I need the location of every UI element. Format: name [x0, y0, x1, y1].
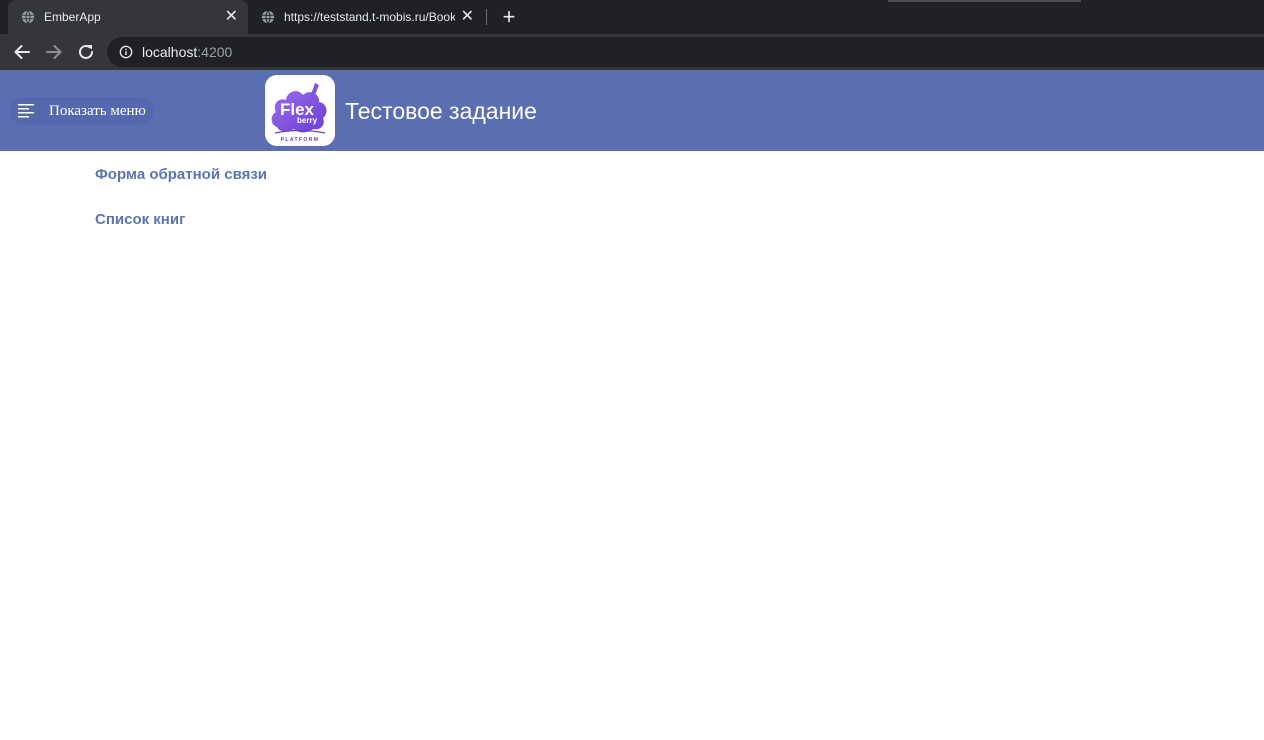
hamburger-menu-icon — [18, 104, 34, 118]
globe-icon — [21, 10, 35, 24]
show-menu-label: Показать меню — [49, 102, 146, 119]
flexberry-logo[interactable]: Flex berry PLATFORM — [265, 75, 335, 146]
tab-separator — [486, 9, 487, 25]
tab-strip-highlight — [888, 0, 1081, 2]
logo-word-platform: PLATFORM — [281, 137, 320, 143]
url-port: :4200 — [197, 44, 233, 60]
browser-toolbar: localhost:4200 — [0, 34, 1264, 70]
close-tab-icon[interactable]: ✕ — [225, 9, 238, 25]
close-tab-icon[interactable]: ✕ — [461, 9, 474, 25]
browser-tab-teststand[interactable]: https://teststand.t-mobis.ru/Book ✕ — [248, 0, 484, 34]
back-arrow-icon[interactable] — [11, 41, 33, 63]
tab-strip: EmberApp ✕ https://teststand.t-mobis.ru/… — [0, 0, 1264, 34]
address-bar[interactable]: localhost:4200 — [107, 37, 1264, 67]
globe-icon — [261, 10, 275, 24]
tab-title: https://teststand.t-mobis.ru/Book — [284, 10, 455, 24]
flexberry-logo-image: Flex berry PLATFORM — [271, 83, 327, 143]
page-title: Тестовое задание — [345, 98, 537, 124]
url-host: localhost — [142, 44, 198, 60]
feedback-form-link[interactable]: Форма обратной связи — [95, 166, 267, 183]
reload-icon[interactable] — [75, 41, 97, 63]
url-text: localhost:4200 — [142, 44, 232, 60]
info-icon[interactable] — [119, 45, 133, 59]
logo-word-berry: berry — [297, 116, 318, 125]
tab-title: EmberApp — [44, 10, 101, 24]
show-menu-button[interactable]: Показать меню — [10, 97, 154, 125]
book-list-link[interactable]: Список книг — [95, 211, 185, 228]
app-header: Показать меню Flex berry PLATFORM Тестов… — [0, 70, 1264, 151]
new-tab-button[interactable]: + — [498, 4, 520, 30]
forward-arrow-icon[interactable] — [43, 41, 65, 63]
browser-tab-emberapp[interactable]: EmberApp ✕ — [8, 0, 248, 34]
